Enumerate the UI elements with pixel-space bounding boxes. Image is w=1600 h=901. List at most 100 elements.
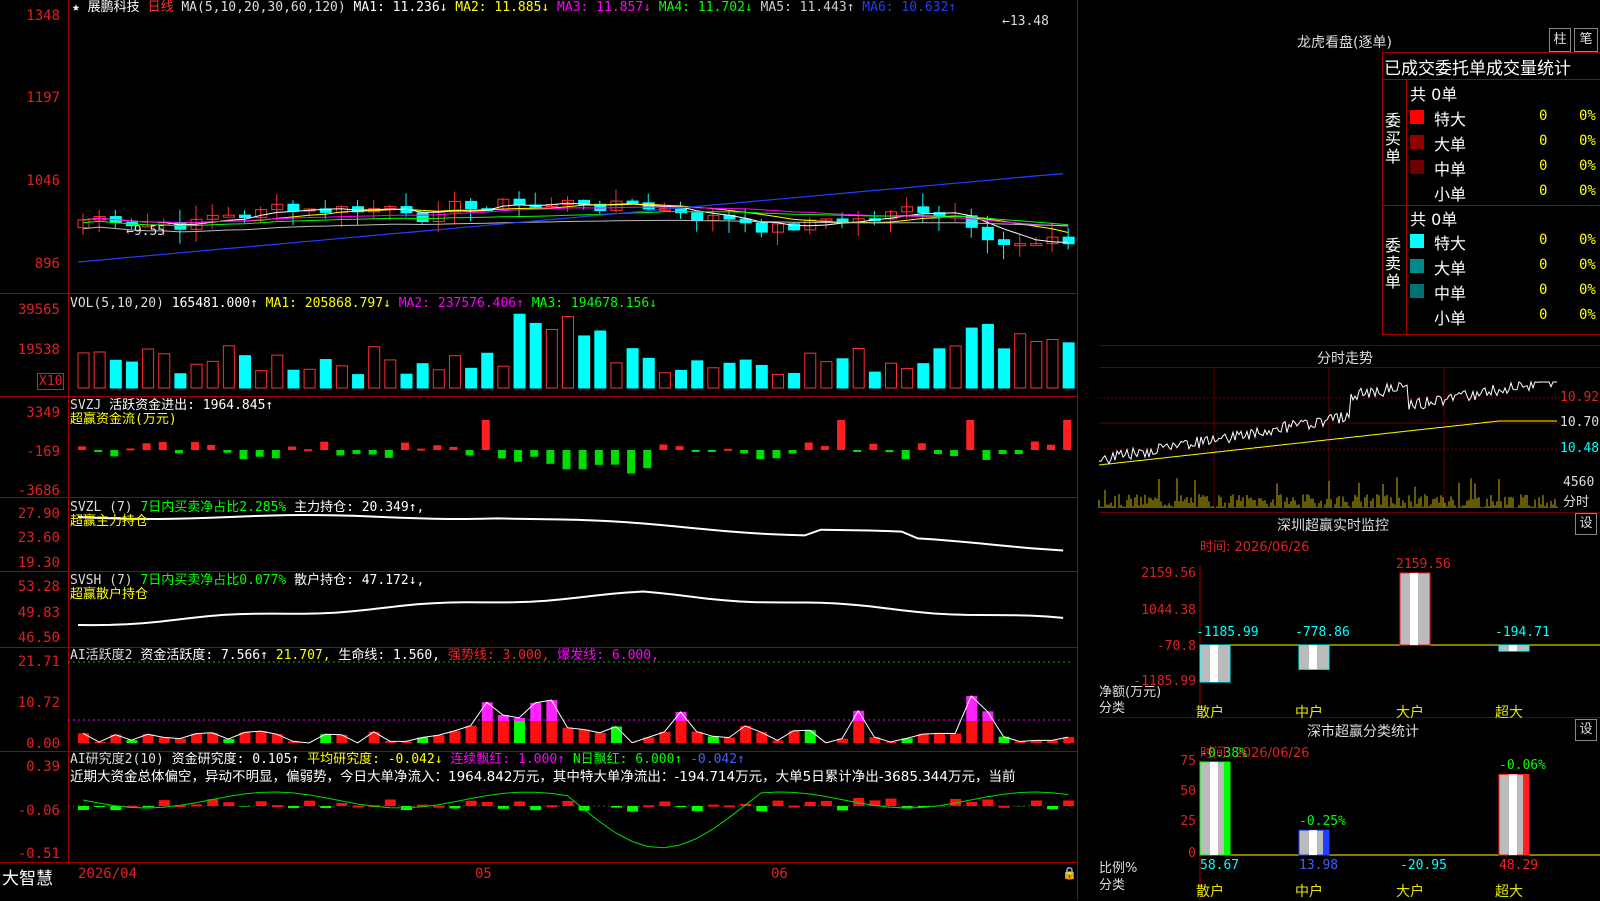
monitor-bar-label: -778.86 xyxy=(1295,625,1350,640)
research-bar xyxy=(78,806,89,810)
research-bar xyxy=(466,801,477,806)
sz-monitor-settings-button[interactable]: 设 xyxy=(1575,513,1597,535)
order-size-pct: 0% xyxy=(1579,158,1596,174)
monitor-tick: -70.8 xyxy=(1120,639,1196,654)
stats-bar-edge xyxy=(1224,762,1230,855)
activity-bar xyxy=(223,739,234,743)
order-size-count: 0 xyxy=(1539,108,1547,124)
svsh-tick: 53.28 xyxy=(0,579,60,595)
column-mode-button[interactable]: 柱 xyxy=(1549,28,1571,52)
vol-value: 165481.000↑ xyxy=(172,296,258,311)
volume-bar xyxy=(207,361,218,388)
flow-bar xyxy=(918,443,926,450)
vol-unit-badge[interactable]: X10 xyxy=(37,373,64,390)
research-extra: -0.042↑ xyxy=(690,752,745,767)
order-size-pct: 0% xyxy=(1579,282,1596,298)
ma6-line xyxy=(78,174,1063,262)
volume-bar xyxy=(789,373,800,388)
monitor-bar-label: -1185.99 xyxy=(1196,625,1259,640)
buy-side-label: 委买单 xyxy=(1385,112,1403,166)
volume-bar xyxy=(772,374,783,388)
candle-body xyxy=(692,213,703,221)
flow-bar xyxy=(708,450,716,452)
research-bar xyxy=(676,806,687,807)
tick-mode-button[interactable]: 笔 xyxy=(1574,28,1598,52)
volume-bar xyxy=(740,360,751,388)
flow-bar xyxy=(595,450,603,465)
volume-bar xyxy=(401,374,412,388)
activity-bar xyxy=(595,733,606,743)
lock-icon[interactable]: 🔒 xyxy=(1062,866,1077,880)
stats-bottom-label: 58.67 xyxy=(1200,858,1239,873)
stats-bottom-label: 13.98 xyxy=(1299,858,1338,873)
flow-bar xyxy=(336,450,344,455)
sz-stats-settings-button[interactable]: 设 xyxy=(1575,719,1597,741)
volume-bar xyxy=(256,371,267,388)
research-bar xyxy=(272,805,283,807)
date-tick: 05 xyxy=(475,866,492,882)
volume-bar xyxy=(805,353,816,388)
price-tick: 1197 xyxy=(0,90,60,106)
research-bar xyxy=(886,799,897,806)
research-bar xyxy=(353,806,364,808)
order-size-name: 特大 xyxy=(1434,106,1466,130)
volume-bar xyxy=(272,355,283,388)
brand-label[interactable]: 大智慧 xyxy=(2,864,53,889)
date-tick: 2026/04 xyxy=(78,866,137,882)
flow-bar xyxy=(207,445,215,450)
flow-bar xyxy=(240,450,248,459)
order-size-swatch xyxy=(1410,160,1424,174)
volume-bar xyxy=(240,356,251,388)
ai2-header: AI活跃度2 资金活跃度: 7.566↑ 21.707, 生命线: 1.560,… xyxy=(70,648,659,664)
order-size-pct: 0% xyxy=(1579,183,1596,199)
vol-ma1: MA1: 205868.797↓ xyxy=(266,296,391,311)
flow-bar xyxy=(756,450,764,459)
activity-bar xyxy=(611,727,622,743)
ai2-tick: 0.00 xyxy=(0,736,60,752)
svzl-tick: 23.60 xyxy=(0,530,60,546)
research-bar xyxy=(756,806,767,811)
svsh-subtitle: 超赢散户持仓 xyxy=(70,587,148,603)
volume-bar xyxy=(191,364,202,388)
svzj-tick: -3686 xyxy=(0,483,60,499)
activity-bar xyxy=(805,730,816,743)
research-bar xyxy=(999,806,1010,808)
research-bar xyxy=(611,806,622,808)
high-annotation: ←13.48 xyxy=(1002,14,1049,30)
research-label: AI研究度2(10) xyxy=(70,752,164,767)
volume-bar xyxy=(449,356,460,388)
period-label[interactable]: 日线 xyxy=(148,0,174,15)
order-size-pct: 0% xyxy=(1579,108,1596,124)
order-size-pct: 0% xyxy=(1579,307,1596,323)
activity-bar xyxy=(272,734,283,743)
order-size-swatch xyxy=(1410,234,1424,248)
research-bar xyxy=(530,806,541,810)
candle-body xyxy=(240,215,251,217)
research-bar xyxy=(482,802,493,806)
star-icon[interactable]: ★ xyxy=(72,0,80,15)
flow-bar xyxy=(643,450,651,468)
volume-bar xyxy=(886,363,897,388)
research-bar xyxy=(385,799,396,806)
intraday-tick: 10.92 xyxy=(1560,390,1599,405)
monitor-bar-highlight xyxy=(1509,645,1517,651)
price-header: ★ 展鹏科技 日线 MA(5,10,20,30,60,120) MA1: 11.… xyxy=(72,0,956,16)
sz-monitor-title: 深圳超赢实时监控 xyxy=(1277,515,1389,535)
activity-bar xyxy=(756,732,767,743)
flow-bar xyxy=(256,450,264,457)
stats-category: 大户 xyxy=(1396,881,1424,901)
flow-bar xyxy=(821,446,829,450)
volume-bar xyxy=(724,363,735,388)
flow-bar xyxy=(902,450,910,459)
stats-tick: 75 xyxy=(1160,754,1196,769)
flow-bar xyxy=(999,450,1007,454)
research-bar xyxy=(449,806,460,808)
volume-bar xyxy=(94,352,105,388)
candle-body xyxy=(756,223,767,232)
stats-bar-highlight xyxy=(1309,830,1317,855)
candle-body xyxy=(627,201,638,203)
candle-body xyxy=(982,227,993,239)
volume-bar xyxy=(982,324,993,388)
vol-tick: 19538 xyxy=(0,342,60,358)
svsh-hold: 散户持仓: 47.172↓, xyxy=(294,573,424,588)
